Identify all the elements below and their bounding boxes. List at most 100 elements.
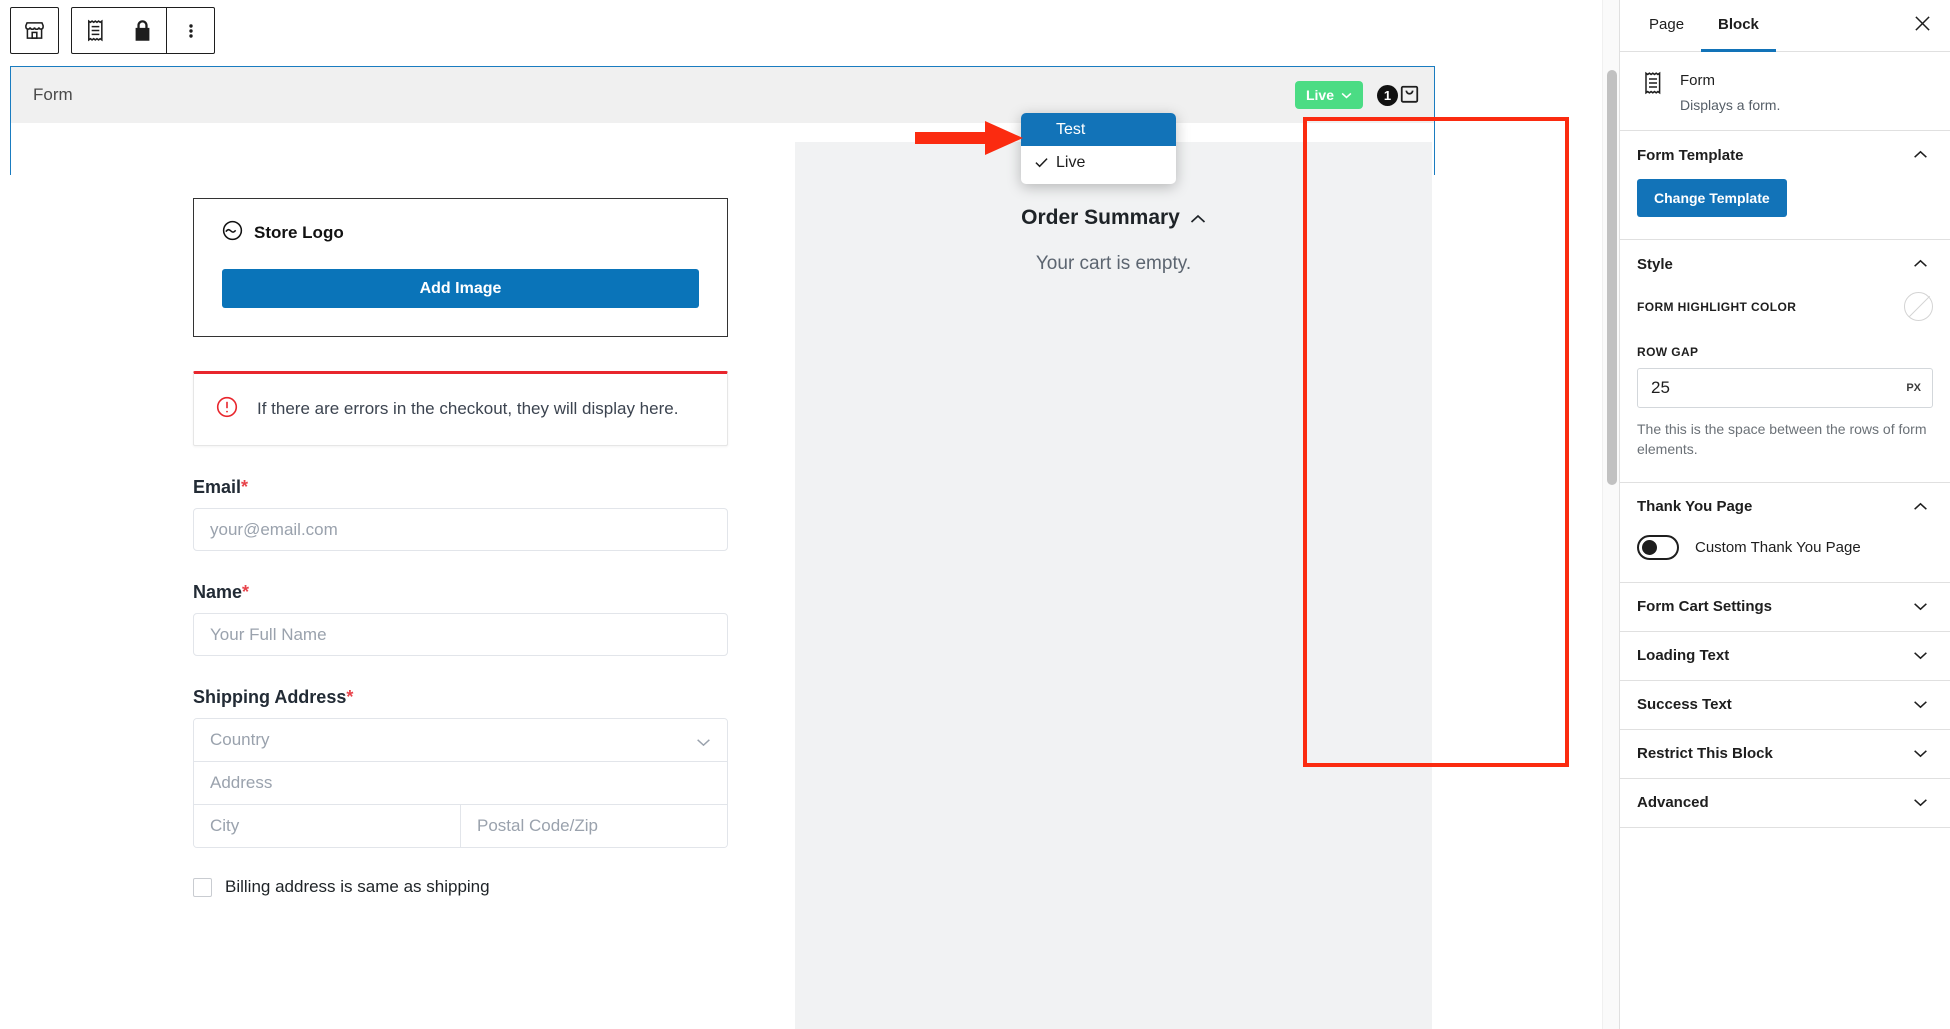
mode-option-live[interactable]: Live [1021, 146, 1176, 179]
panel-form-template-body: Change Template [1620, 179, 1950, 239]
settings-sidebar: Page Block Form Displays a form. Form Te… [1619, 0, 1950, 1029]
annotation-arrow [915, 118, 1025, 163]
custom-thank-you-row: Custom Thank You Page [1637, 534, 1933, 560]
sidebar-panels: Form Template Change Template Style FORM… [1620, 130, 1950, 828]
change-template-button[interactable]: Change Template [1637, 179, 1787, 217]
panel-thank-you-page: Thank You Page Custom Thank You Page [1620, 483, 1950, 583]
canvas-scrollbar[interactable] [1602, 0, 1619, 1029]
panel-advanced-header[interactable]: Advanced [1620, 779, 1950, 827]
mode-toggle-button[interactable]: Live [1294, 81, 1363, 109]
store-logo-label: Store Logo [254, 223, 344, 242]
shipping-required-mark: * [346, 687, 354, 707]
panel-restrict-this-block-title: Restrict This Block [1637, 745, 1773, 763]
billing-same-checkbox[interactable] [193, 877, 212, 897]
error-notice: If there are errors in the checkout, the… [193, 371, 728, 446]
receipt-icon [85, 19, 106, 42]
postal-cell [460, 805, 727, 847]
form-block-header: Form Live 1 [11, 67, 1434, 123]
panel-loading-text: Loading Text [1620, 632, 1950, 681]
panel-style-body: FORM HIGHLIGHT COLOR ROW GAP PX The this… [1620, 292, 1950, 482]
form-block-title: Form [33, 85, 73, 104]
panel-restrict-this-block-header[interactable]: Restrict This Block [1620, 730, 1950, 778]
lock-icon [132, 19, 153, 42]
custom-thank-you-label: Custom Thank You Page [1695, 538, 1861, 556]
shipping-address-label: Shipping Address* [193, 687, 728, 708]
chevron-down-icon [1913, 745, 1928, 763]
panel-advanced: Advanced [1620, 779, 1950, 828]
row-gap-help-text: The this is the space between the rows o… [1637, 421, 1927, 458]
panel-form-template: Form Template Change Template [1620, 131, 1950, 240]
address-row-street [194, 762, 727, 805]
close-icon [1914, 15, 1931, 37]
address-fieldset [193, 718, 728, 848]
panel-thank-you-page-body: Custom Thank You Page [1620, 534, 1950, 582]
chevron-down-icon [1913, 647, 1928, 665]
form-highlight-color-swatch[interactable] [1904, 292, 1933, 321]
toolbar-group-block [71, 7, 215, 54]
mode-option-live-label: Live [1056, 153, 1086, 171]
block-info-description: Displays a form. [1680, 97, 1781, 113]
mode-toggle-label: Live [1305, 87, 1334, 103]
form-block-header-actions: Live 1 [1294, 81, 1420, 109]
panel-thank-you-page-header[interactable]: Thank You Page [1620, 483, 1950, 531]
panel-loading-text-header[interactable]: Loading Text [1620, 632, 1950, 680]
add-image-button[interactable]: Add Image [222, 269, 699, 308]
row-gap-unit: PX [1906, 382, 1921, 394]
address-row-country [194, 719, 727, 762]
store-logo-row: Store Logo [222, 220, 699, 246]
error-notice-text: If there are errors in the checkout, the… [257, 399, 679, 418]
postal-code-input[interactable] [461, 805, 727, 847]
panel-style-header[interactable]: Style [1620, 240, 1950, 288]
store-logo-icon [222, 220, 243, 246]
order-summary-header[interactable]: Order Summary [795, 206, 1432, 230]
custom-thank-you-toggle[interactable] [1637, 534, 1679, 560]
panel-success-text-header[interactable]: Success Text [1620, 681, 1950, 729]
city-input[interactable] [194, 805, 460, 847]
panel-form-template-header[interactable]: Form Template [1620, 131, 1950, 179]
email-input[interactable] [193, 508, 728, 551]
name-input[interactable] [193, 613, 728, 656]
chevron-up-icon [1913, 255, 1928, 273]
store-button[interactable] [11, 8, 58, 53]
panel-form-cart-settings-title: Form Cart Settings [1637, 598, 1773, 616]
row-gap-label: ROW GAP [1637, 345, 1699, 359]
mode-option-test[interactable]: Test [1021, 113, 1176, 146]
name-label-text: Name [193, 582, 243, 602]
toggle-knob [1642, 539, 1657, 555]
billing-same-row: Billing address is same as shipping [193, 877, 728, 897]
shipping-address-group: Shipping Address* [193, 687, 728, 848]
address-row-city-postal [194, 805, 727, 847]
scrollbar-thumb[interactable] [1607, 70, 1617, 485]
address-input[interactable] [194, 762, 727, 804]
name-label: Name* [193, 582, 728, 603]
panel-form-cart-settings-header[interactable]: Form Cart Settings [1620, 583, 1950, 631]
chevron-down-icon [1341, 92, 1352, 99]
cart-count-badge: 1 [1377, 84, 1398, 106]
editor-canvas: Order Summary Your cart is empty. Store … [0, 142, 1602, 1029]
block-info-name: Form [1680, 72, 1715, 89]
tab-page[interactable]: Page [1632, 0, 1701, 52]
form-block-button[interactable] [72, 8, 119, 53]
block-info: Form Displays a form. [1620, 52, 1950, 130]
close-sidebar-button[interactable] [1900, 0, 1944, 51]
chevron-down-icon [1913, 696, 1928, 714]
lock-button[interactable] [119, 8, 166, 53]
country-select[interactable] [194, 719, 727, 761]
toolbar-group-store [10, 7, 59, 54]
row-gap-field: PX [1637, 368, 1933, 408]
more-options-button[interactable] [167, 8, 214, 53]
check-icon [1035, 155, 1048, 171]
tab-block[interactable]: Block [1701, 0, 1776, 52]
panel-advanced-title: Advanced [1637, 794, 1709, 812]
panel-form-template-title: Form Template [1637, 146, 1744, 164]
order-summary-panel: Order Summary Your cart is empty. [795, 142, 1432, 1029]
row-gap-input[interactable] [1637, 368, 1933, 408]
address-cell [194, 762, 727, 804]
chevron-up-icon [1190, 206, 1206, 230]
cart-indicator[interactable]: 1 [1377, 82, 1420, 109]
name-field-group: Name* [193, 582, 728, 656]
panel-form-cart-settings: Form Cart Settings [1620, 583, 1950, 632]
email-label-text: Email [193, 477, 242, 497]
more-options-icon [188, 19, 194, 43]
country-cell [194, 719, 727, 761]
